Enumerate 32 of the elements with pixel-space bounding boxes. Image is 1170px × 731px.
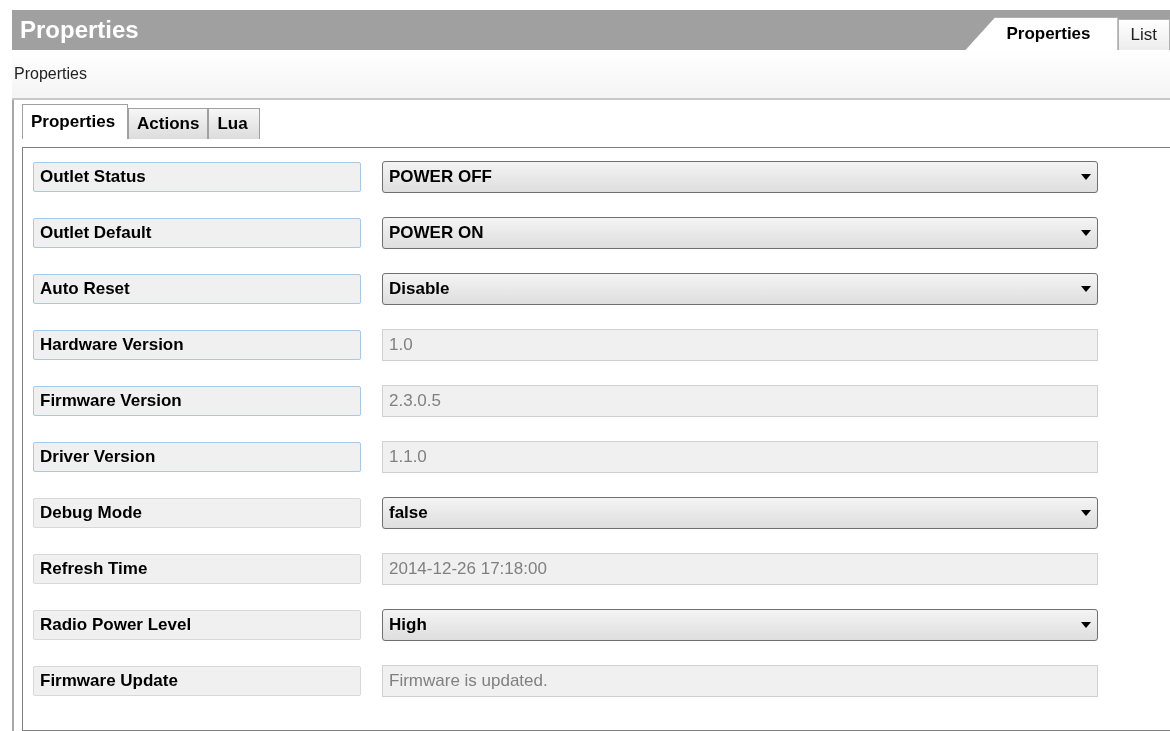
property-label: Firmware Update — [33, 666, 361, 696]
tab[interactable]: Properties — [22, 104, 129, 139]
tab[interactable]: Actions — [128, 108, 209, 139]
tab[interactable]: Lua — [208, 108, 261, 139]
property-label: Driver Version — [33, 442, 361, 472]
dropdown-arrow-icon — [1081, 230, 1091, 236]
property-label: Outlet Status — [33, 162, 361, 192]
property-label: Auto Reset — [33, 274, 361, 304]
property-dropdown[interactable]: POWER ON — [382, 217, 1098, 249]
property-field: 1.0 — [382, 329, 1098, 361]
property-dropdown[interactable]: High — [382, 609, 1098, 641]
dropdown-arrow-icon — [1081, 510, 1091, 516]
property-field: 1.1.0 — [382, 441, 1098, 473]
property-label: Debug Mode — [33, 498, 361, 528]
view-tab[interactable]: Properties — [965, 17, 1118, 50]
subheader-title: Properties — [13, 65, 87, 83]
property-dropdown[interactable]: Disable — [382, 273, 1098, 305]
view-tab[interactable]: List — [1117, 19, 1170, 50]
property-label: Refresh Time — [33, 554, 361, 584]
panel-title: Properties — [19, 16, 139, 44]
property-dropdown[interactable]: POWER OFF — [382, 161, 1098, 193]
property-label: Outlet Default — [33, 218, 361, 248]
dropdown-arrow-icon — [1081, 622, 1091, 628]
dropdown-arrow-icon — [1081, 174, 1091, 180]
property-label: Firmware Version — [33, 386, 361, 416]
property-dropdown[interactable]: false — [382, 497, 1098, 529]
property-field: Firmware is updated. — [382, 665, 1098, 697]
property-field: 2.3.0.5 — [382, 385, 1098, 417]
dropdown-arrow-icon — [1081, 286, 1091, 292]
property-label: Hardware Version — [33, 330, 361, 360]
property-field: 2014-12-26 17:18:00 — [382, 553, 1098, 585]
property-label: Radio Power Level — [33, 610, 361, 640]
